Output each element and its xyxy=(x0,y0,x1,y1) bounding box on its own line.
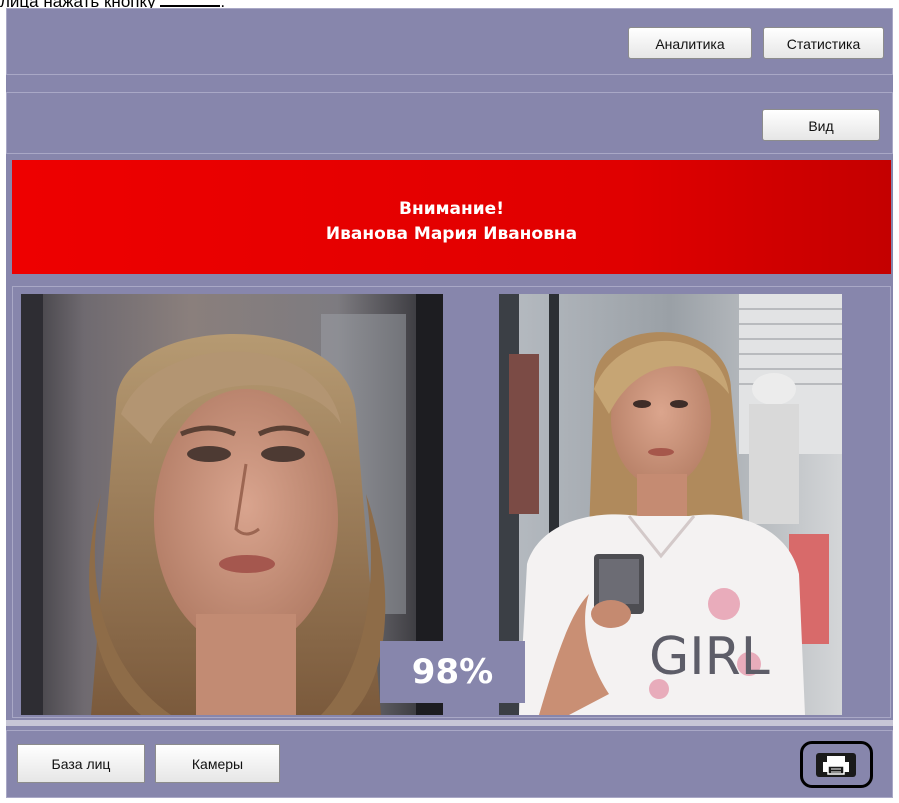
splitter[interactable] xyxy=(6,720,893,726)
statistics-button[interactable]: Статистика xyxy=(763,27,884,59)
face-recognition-window: Аналитика Статистика Вид Внимание! Ивано… xyxy=(6,8,893,798)
camera-frame-image: GIRL xyxy=(499,294,842,715)
printer-icon xyxy=(816,753,856,777)
analytics-button[interactable]: Аналитика xyxy=(628,27,752,59)
alert-title: Внимание! xyxy=(399,199,504,219)
view-button[interactable]: Вид xyxy=(762,109,880,141)
print-button[interactable] xyxy=(800,741,873,788)
alert-banner: Внимание! Иванова Мария Ивановна xyxy=(12,160,891,274)
cameras-button[interactable]: Камеры xyxy=(155,744,280,783)
face-database-button[interactable]: База лиц xyxy=(17,744,145,783)
top-panel: Аналитика Статистика xyxy=(6,8,893,75)
caption-underline xyxy=(160,0,221,7)
match-percentage: 98% xyxy=(380,641,525,703)
alert-person-name: Иванова Мария Ивановна xyxy=(325,224,578,244)
svg-text:GIRL: GIRL xyxy=(649,627,770,687)
bottom-bar: База лиц Камеры xyxy=(6,730,893,798)
view-panel: Вид xyxy=(6,92,893,154)
